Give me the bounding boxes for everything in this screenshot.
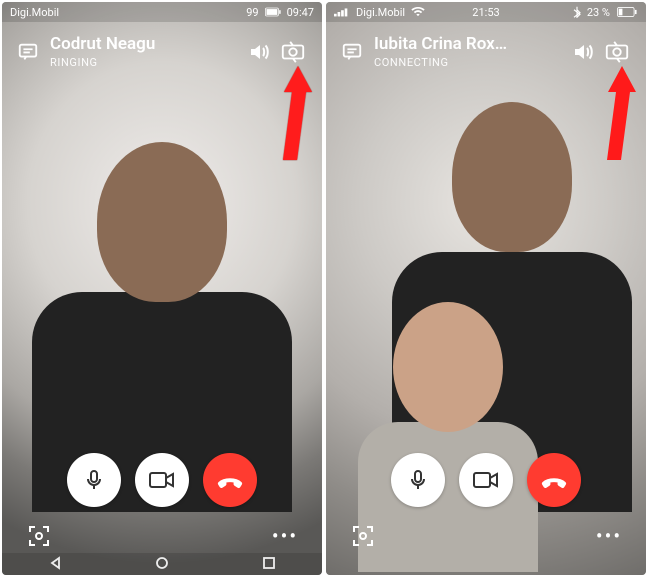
person1-silhouette-head bbox=[452, 102, 572, 252]
more-button[interactable]: ••• bbox=[270, 521, 300, 551]
call-controls bbox=[326, 453, 646, 507]
phone-left: Digi.Mobil 99 09:47 Codrut Neagu RINGING bbox=[2, 2, 322, 575]
end-call-button[interactable] bbox=[203, 453, 257, 507]
phone-right: Digi.Mobil 21:53 23 % Iubita Crina Rox… … bbox=[326, 2, 646, 575]
switch-camera-icon[interactable] bbox=[276, 35, 310, 69]
call-header: Iubita Crina Rox… CONNECTING bbox=[326, 28, 646, 75]
chat-icon[interactable] bbox=[14, 38, 42, 66]
chat-icon[interactable] bbox=[338, 38, 366, 66]
switch-camera-icon[interactable] bbox=[600, 35, 634, 69]
status-bar: Digi.Mobil 99 09:47 bbox=[2, 2, 322, 22]
battery-percent: 99 bbox=[246, 6, 258, 19]
call-controls bbox=[2, 453, 322, 507]
camera-focus-icon[interactable] bbox=[348, 521, 378, 551]
carrier-label: Digi.Mobil bbox=[10, 6, 59, 19]
nav-recents[interactable] bbox=[262, 555, 276, 574]
battery-text: 23 % bbox=[587, 6, 610, 19]
signal-icon bbox=[334, 7, 350, 17]
contact-name: Iubita Crina Rox… bbox=[374, 34, 566, 54]
person-silhouette-head bbox=[97, 142, 227, 302]
video-toggle-button[interactable] bbox=[135, 453, 189, 507]
wifi-icon bbox=[411, 7, 425, 17]
speaker-icon[interactable] bbox=[242, 35, 276, 69]
status-bar: Digi.Mobil 21:53 23 % bbox=[326, 2, 646, 22]
contact-name: Codrut Neagu bbox=[50, 34, 242, 54]
android-nav-bar bbox=[2, 553, 322, 575]
person2-silhouette-head bbox=[393, 302, 503, 432]
bottom-row: ••• bbox=[326, 521, 646, 551]
camera-focus-icon[interactable] bbox=[24, 521, 54, 551]
more-icon: ••• bbox=[272, 524, 298, 548]
nav-home[interactable] bbox=[155, 555, 169, 574]
battery-icon bbox=[265, 7, 281, 17]
mute-button[interactable] bbox=[391, 453, 445, 507]
bluetooth-icon bbox=[573, 6, 581, 18]
clock: 09:47 bbox=[287, 6, 314, 19]
speaker-icon[interactable] bbox=[566, 35, 600, 69]
carrier-label: Digi.Mobil bbox=[356, 6, 405, 19]
video-toggle-button[interactable] bbox=[459, 453, 513, 507]
nav-back[interactable] bbox=[48, 555, 62, 574]
call-status: CONNECTING bbox=[374, 56, 566, 69]
clock: 21:53 bbox=[472, 6, 499, 19]
more-button[interactable]: ••• bbox=[594, 521, 624, 551]
mute-button[interactable] bbox=[67, 453, 121, 507]
call-status: RINGING bbox=[50, 56, 242, 69]
battery-icon bbox=[616, 7, 638, 17]
more-icon: ••• bbox=[596, 524, 622, 548]
end-call-button[interactable] bbox=[527, 453, 581, 507]
bottom-row: ••• bbox=[2, 521, 322, 551]
call-header: Codrut Neagu RINGING bbox=[2, 28, 322, 75]
